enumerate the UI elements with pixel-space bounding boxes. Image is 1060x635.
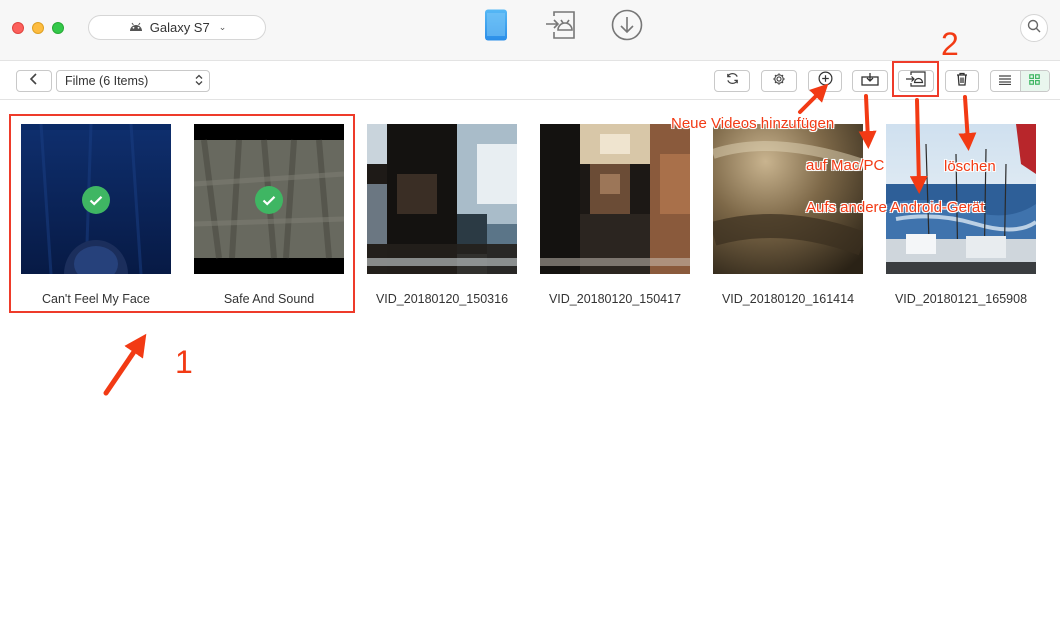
step-1-label: 1 xyxy=(175,344,193,380)
step-2-label: 2 xyxy=(941,26,959,62)
add-videos-annotation: Neue Videos hinzufügen xyxy=(671,115,835,132)
annotation-arrows xyxy=(103,83,977,396)
delete-annotation: löschen xyxy=(944,158,996,175)
to-mac-pc-annotation: auf Mac/PC xyxy=(806,157,885,174)
to-android-annotation: Aufs andere Android-Gerät xyxy=(806,199,985,216)
